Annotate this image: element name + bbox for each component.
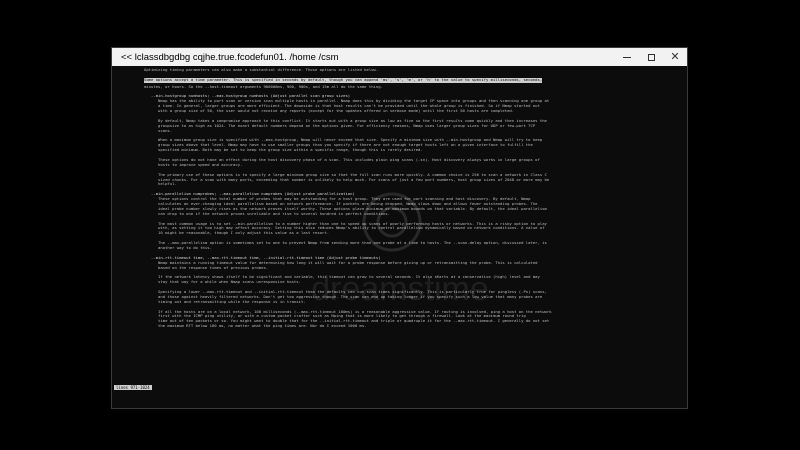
title-bar[interactable]: << lclassdbgdbg cqjhe.true.fcodefun01. /…: [112, 48, 687, 66]
maximize-icon: [647, 53, 655, 61]
terminal-window[interactable]: << lclassdbgdbg cqjhe.true.fcodefun01. /…: [111, 47, 688, 409]
minimize-button[interactable]: [615, 48, 639, 66]
minimize-icon: [623, 56, 631, 58]
terminal-output[interactable]: Optimizing timing parameters can also ma…: [112, 66, 687, 408]
close-button[interactable]: ✕: [663, 48, 687, 66]
terminal-line: the maximum RTT below 100 ms, no matter …: [144, 324, 367, 329]
terminal-line: Some options accept a time parameter. Th…: [144, 77, 543, 83]
window-title: << lclassdbgdbg cqjhe.true.fcodefun01. /…: [121, 51, 339, 63]
pager-status: lines 971-1024: [114, 385, 152, 390]
maximize-button[interactable]: [639, 48, 663, 66]
close-icon: ✕: [670, 50, 680, 63]
